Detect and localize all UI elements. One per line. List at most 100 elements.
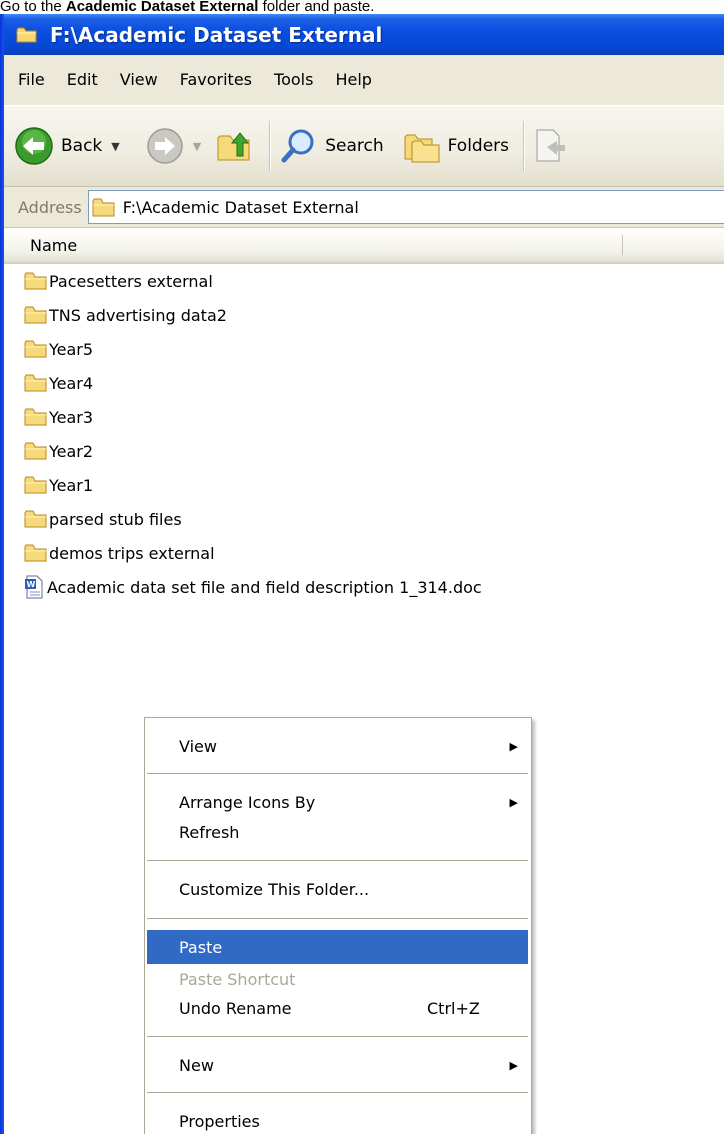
move-to-button[interactable] [533,122,567,170]
menu-item-label: Undo Rename [179,998,292,1018]
list-item-label: Year1 [49,475,94,495]
menu-tools[interactable]: Tools [263,65,324,95]
list-item[interactable]: TNS advertising data2 [24,298,227,332]
folder-icon [24,442,47,460]
column-header-name[interactable]: Name [30,236,77,255]
menu-help[interactable]: Help [324,65,382,95]
menu-separator [147,860,528,861]
list-column-header: Name [4,228,724,264]
menu-separator [147,918,528,919]
list-item[interactable]: Pacesetters external [24,264,213,298]
address-field[interactable]: F:\Academic Dataset External [87,190,724,224]
menu-separator [147,1092,528,1093]
folder-icon [92,198,115,217]
context-menu: View ▶ Arrange Icons By ▶ Refresh Custom… [144,717,532,1134]
menu-item-refresh[interactable]: Refresh [147,815,528,849]
menu-item-customize-folder[interactable]: Customize This Folder... [147,872,528,906]
search-label: Search [325,136,384,156]
toolbar-separator [523,121,526,171]
folder-icon [24,476,47,494]
menu-item-label: Properties [179,1111,260,1131]
list-item[interactable]: parsed stub files [24,502,182,536]
menu-item-paste[interactable]: Paste [147,930,528,964]
forward-dropdown-icon[interactable]: ▼ [193,140,201,153]
menu-item-view[interactable]: View ▶ [147,729,528,763]
menu-item-label: View [179,736,217,756]
caption-folder-name: Academic Dataset External [65,0,259,14]
list-item-label: Year2 [49,441,94,461]
folders-label: Folders [447,136,510,156]
search-button[interactable]: Search [279,122,384,170]
back-label: Back [61,136,103,156]
menu-view[interactable]: View [109,65,169,95]
menu-item-label: New [179,1055,214,1075]
folder-icon [24,408,47,426]
list-item[interactable]: demos trips external [24,536,215,570]
list-item-label: Year3 [49,407,94,427]
submenu-arrow-icon: ▶ [509,795,518,809]
submenu-arrow-icon: ▶ [509,739,518,753]
up-folder-button[interactable] [215,122,255,170]
menu-separator [147,1036,528,1037]
word-doc-icon: W [25,575,43,599]
menu-item-label: Paste [179,937,223,957]
window-title: F:\Academic Dataset External [50,22,383,47]
list-item[interactable]: Year3 [24,400,93,434]
menu-item-label: Paste Shortcut [179,969,296,989]
submenu-arrow-icon: ▶ [509,1058,518,1072]
menu-separator [147,773,528,774]
list-item[interactable]: W Academic data set file and field descr… [24,570,482,604]
caption-suffix: folder and paste. [258,0,375,14]
back-dropdown-icon[interactable]: ▼ [111,140,119,153]
list-item-label: Year5 [49,339,94,359]
toolbar: Back ▼ ▼ Search Folders [4,106,724,187]
address-label: Address [18,197,82,217]
back-button[interactable]: Back ▼ [14,122,120,170]
window-border [0,14,4,1134]
list-item[interactable]: Year5 [24,332,93,366]
menu-edit[interactable]: Edit [56,65,109,95]
toolbar-separator [269,121,272,171]
title-bar[interactable]: F:\Academic Dataset External [0,14,724,55]
list-item-label: parsed stub files [49,509,182,529]
up-folder-icon [217,132,250,161]
forward-arrow-icon [147,128,183,164]
list-item-label: TNS advertising data2 [49,305,227,325]
address-bar: Address F:\Academic Dataset External [4,187,724,228]
folder-icon [24,272,47,290]
list-item[interactable]: Year1 [24,468,93,502]
menu-item-label: Arrange Icons By [179,792,316,812]
menu-bar: File Edit View Favorites Tools Help [4,55,724,106]
list-item-label: demos trips external [49,543,215,563]
list-item[interactable]: Year4 [24,366,93,400]
folder-icon [16,27,37,42]
folder-icon [24,306,47,324]
menu-item-shortcut: Ctrl+Z [427,998,480,1018]
folders-button[interactable]: Folders [402,122,509,170]
menu-item-label: Refresh [179,822,240,842]
move-to-icon [536,129,566,162]
menu-item-undo-rename[interactable]: Undo Rename Ctrl+Z [147,991,528,1025]
folder-icon [24,340,47,358]
menu-item-label: Customize This Folder... [179,879,370,899]
menu-favorites[interactable]: Favorites [169,65,263,95]
menu-file[interactable]: File [4,65,56,95]
menu-item-properties[interactable]: Properties [147,1104,528,1134]
search-magnifier-icon [281,129,314,163]
list-item[interactable]: Year2 [24,434,93,468]
menu-item-arrange-icons-by[interactable]: Arrange Icons By ▶ [147,785,528,819]
document-caption: Go to the Academic Dataset External fold… [0,0,724,14]
address-value: F:\Academic Dataset External [122,197,359,217]
column-divider[interactable] [622,235,623,255]
forward-button[interactable]: ▼ [146,122,201,170]
folder-icon [24,544,47,562]
folder-icon [24,374,47,392]
back-arrow-icon [15,127,53,165]
folder-icon [24,510,47,528]
menu-item-new[interactable]: New ▶ [147,1048,528,1082]
folders-icon [404,134,440,163]
explorer-window: F:\Academic Dataset External File Edit V… [0,14,724,1134]
list-item-label: Academic data set file and field descrip… [47,577,482,597]
caption-prefix: Go to the [0,0,66,14]
list-item-label: Year4 [49,373,94,393]
